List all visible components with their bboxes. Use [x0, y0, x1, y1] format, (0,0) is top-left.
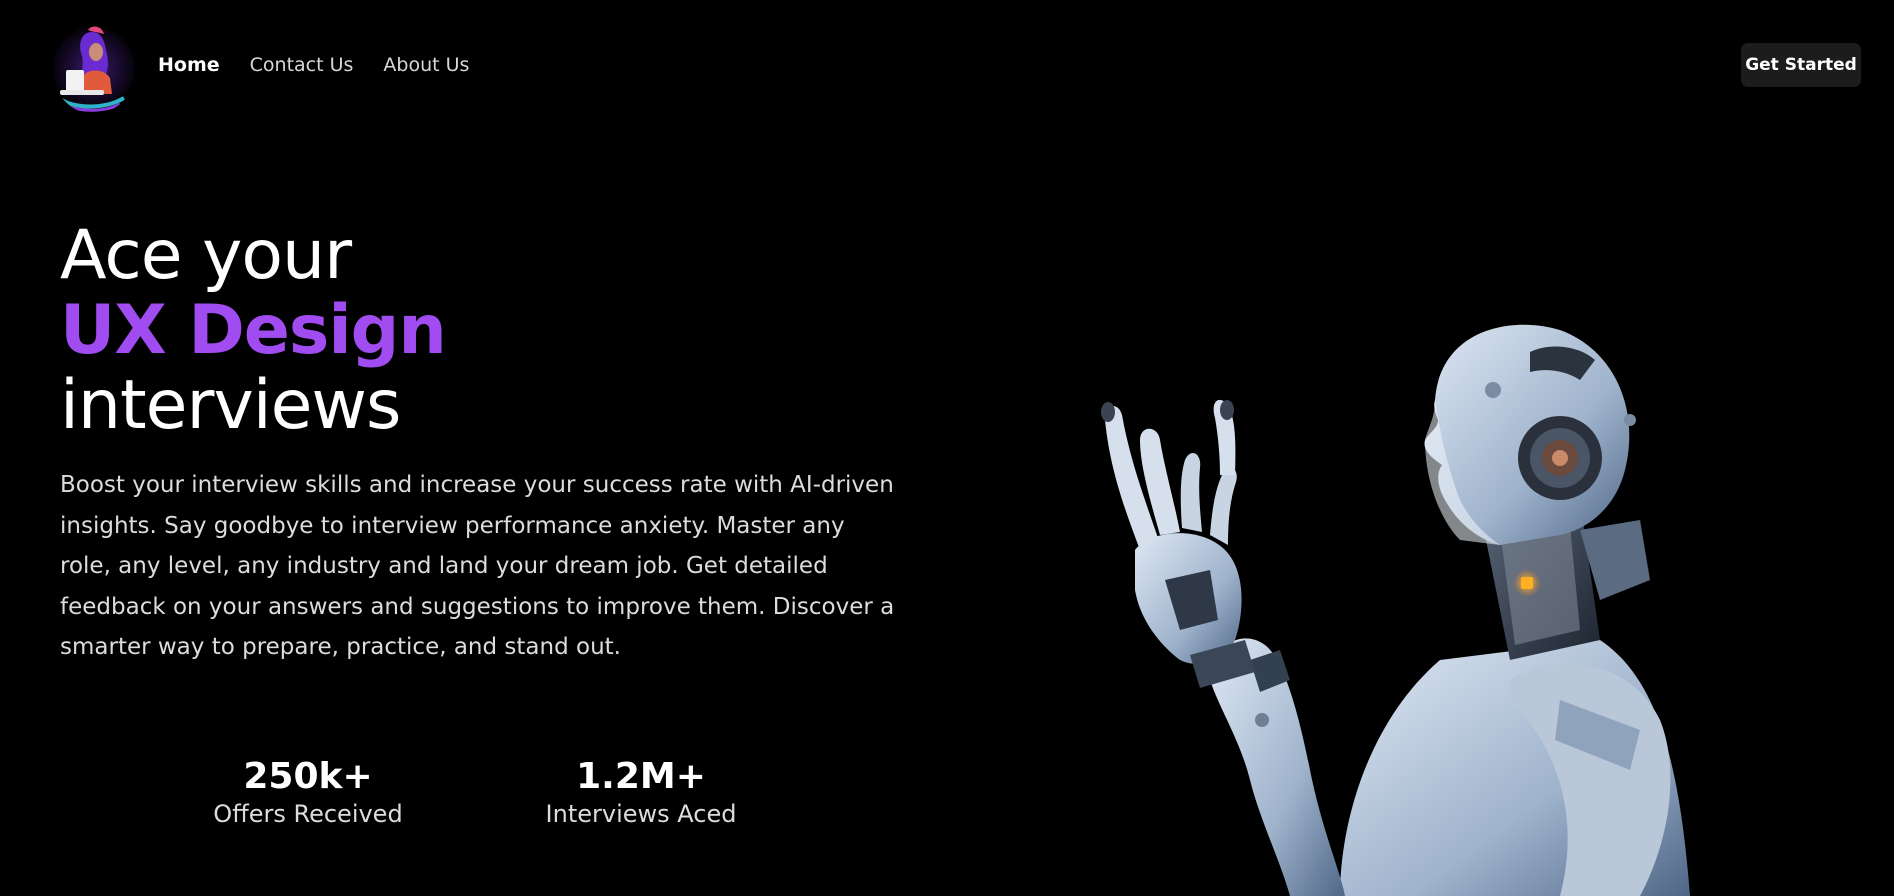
- stat-label: Offers Received: [213, 800, 403, 828]
- hero-headline: Ace your UX Design interviews: [60, 218, 960, 443]
- stat-interviews-aced: 1.2M+ Interviews Aced: [531, 757, 751, 831]
- nav-about-us[interactable]: About Us: [383, 54, 469, 76]
- headline-accent: UX Design: [60, 291, 447, 370]
- get-started-button[interactable]: Get Started: [1741, 43, 1861, 87]
- hero-section: Ace your UX Design interviews Boost your…: [60, 218, 960, 691]
- main-nav: Home Contact Us About Us: [158, 54, 469, 76]
- humanoid-robot-icon: [1101, 324, 1690, 896]
- stat-value: 250k+: [243, 756, 373, 797]
- robot-illustration: [1040, 300, 1740, 896]
- site-header: Home Contact Us About Us Get Started: [0, 0, 1894, 134]
- nav-contact-us[interactable]: Contact Us: [250, 54, 354, 76]
- stat-offers-received: 250k+ Offers Received: [198, 757, 418, 831]
- stat-label: Interviews Aced: [545, 800, 737, 828]
- nav-home[interactable]: Home: [158, 54, 220, 76]
- landing-page: Home Contact Us About Us Get Started Ace…: [0, 0, 1894, 896]
- stat-value: 1.2M+: [576, 756, 706, 797]
- woman-at-laptop-logo-icon: [53, 26, 135, 112]
- hero-description: Boost your interview skills and increase…: [60, 472, 895, 660]
- logo[interactable]: [52, 22, 136, 114]
- headline-line-3: interviews: [60, 366, 401, 445]
- headline-line-1: Ace your: [60, 216, 352, 295]
